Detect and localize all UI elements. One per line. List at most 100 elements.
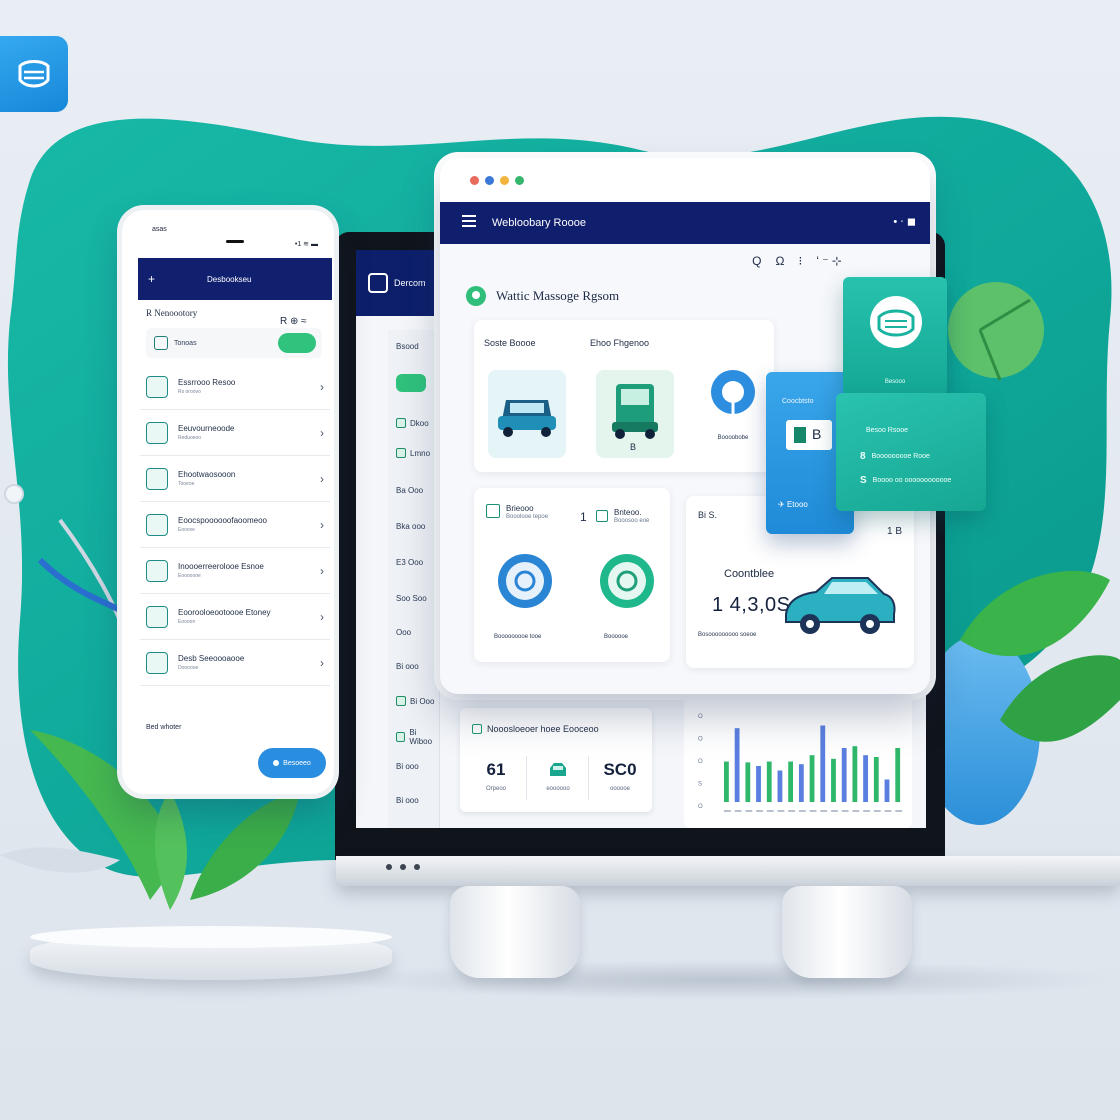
search-placeholder: Tonoas xyxy=(174,339,197,347)
list-item[interactable]: Essrrooo Resoo Rs oroovo › xyxy=(140,364,330,410)
bar[interactable] xyxy=(852,746,858,802)
bar[interactable] xyxy=(798,764,804,802)
laptop-indicator-lights xyxy=(386,864,420,870)
list-item[interactable]: Eoocspoooooofaoomeoo Eooove › xyxy=(140,502,330,548)
bar-chart: O O O S O xyxy=(698,714,903,812)
sidebar-item[interactable]: Soo Soo xyxy=(396,594,427,603)
status-icons: •1 ≋ ▬ xyxy=(294,241,318,248)
vehicle-panel-label: Soste Boooe xyxy=(484,338,536,348)
brain-icon xyxy=(616,570,638,592)
sidebar-item[interactable]: Bsood xyxy=(396,342,419,351)
list-item[interactable]: Eeuvourneoode Reduoeoo › xyxy=(140,410,330,456)
sidebar-item-label: Bi Ooo xyxy=(410,696,435,706)
laptop-sidebar: Bsood Dkoo Lmno Ba Ooo Bka ooo E3 Ooo So… xyxy=(388,330,440,828)
y-tick-label: O xyxy=(698,804,703,810)
sidebar-item-label: Lmno xyxy=(410,448,431,458)
x-tick-mark xyxy=(809,810,817,812)
search-button[interactable] xyxy=(278,333,316,353)
sidebar-item[interactable]: Dkoo xyxy=(396,418,429,428)
sidebar-item[interactable]: Ooo xyxy=(396,628,411,637)
sidebar-item[interactable]: Bi ooo xyxy=(396,796,419,805)
bar[interactable] xyxy=(820,725,826,803)
stat-item: 61 Orpeoo xyxy=(466,760,526,792)
vehicle-tile[interactable]: B xyxy=(596,370,674,458)
card-row-number: 8 xyxy=(860,451,866,462)
x-tick-mark xyxy=(788,810,796,812)
window-dot-blue[interactable] xyxy=(485,176,494,185)
bar[interactable] xyxy=(895,748,901,802)
more-icon[interactable]: ⁝ xyxy=(798,254,802,268)
card-row[interactable]: S Boooo oo oooooooooooe xyxy=(860,475,951,486)
bar[interactable] xyxy=(756,766,761,802)
teal-mask-card[interactable]: Besooo xyxy=(843,277,947,395)
x-tick-mark xyxy=(884,810,892,812)
sidebar-item[interactable]: Bi ooo xyxy=(396,662,419,671)
stats-icon xyxy=(472,724,482,734)
nav-icon xyxy=(396,448,406,458)
laptop-sidebar-header: Dercom xyxy=(356,250,438,316)
list-item[interactable]: Inoooerreerolooe Esnoe Eooooooe › xyxy=(140,548,330,594)
bar[interactable] xyxy=(809,755,815,802)
car-top-icon xyxy=(550,763,566,776)
bar[interactable] xyxy=(841,748,847,802)
list-item[interactable]: Ehootwaosooon Tooeoe › xyxy=(140,456,330,502)
list-item-subtitle: Eooove xyxy=(178,527,195,533)
bar[interactable] xyxy=(724,761,729,803)
list-item[interactable]: Desb Seeoooaooe Doooooe › xyxy=(140,640,330,686)
dashboard-heading: Wattic Massoge Rgsom xyxy=(466,286,619,306)
navbar-icons[interactable]: • ⋅ ◼ xyxy=(893,215,916,228)
page-title: Wattic Massoge Rgsom xyxy=(496,288,620,303)
card-action-label: Etooo xyxy=(786,500,808,509)
bar[interactable] xyxy=(863,755,868,802)
card-row[interactable]: 8 Booooooooe Rooe xyxy=(860,451,930,462)
primary-button[interactable]: Besoeeo xyxy=(258,748,326,778)
add-icon[interactable]: + xyxy=(148,272,155,286)
chevron-right-icon: › xyxy=(320,426,324,440)
vehicle-tile[interactable] xyxy=(488,370,566,458)
hamburger-icon[interactable] xyxy=(462,215,476,230)
phone-status-bar: asas •1 ≋ ▬ xyxy=(122,210,334,254)
bar[interactable] xyxy=(745,762,751,802)
chevron-right-icon: › xyxy=(320,564,324,578)
bar[interactable] xyxy=(873,757,879,802)
window-dot-green[interactable] xyxy=(515,176,524,185)
window-dot-red[interactable] xyxy=(470,176,479,185)
sidebar-item[interactable]: Bi Ooo xyxy=(396,696,434,706)
card-action[interactable]: ✈ Etooo xyxy=(778,500,808,509)
list-item[interactable]: Eoorooloeootoooe Etoney Eoooon › xyxy=(140,594,330,640)
laptop-stand-right xyxy=(782,886,912,978)
status-ring-green[interactable] xyxy=(600,554,654,608)
sidebar-item[interactable]: E3 Ooo xyxy=(396,558,423,567)
section-actions[interactable]: R ⊕ ≈ xyxy=(280,316,307,327)
phone-title: Desbookseu xyxy=(207,274,252,284)
card-title: Coocbtsto xyxy=(782,398,814,405)
status-ring-blue[interactable] xyxy=(498,554,552,608)
list-item-subtitle: Eooooooe xyxy=(178,573,201,579)
map-pin[interactable]: Boooobobe xyxy=(708,370,758,441)
bar[interactable] xyxy=(734,728,740,802)
bar[interactable] xyxy=(766,761,772,803)
vehicle-tile-caption: B xyxy=(630,442,637,452)
search-bar[interactable]: Tonoas xyxy=(146,328,322,358)
sidebar-active-pill[interactable] xyxy=(396,374,426,392)
sidebar-item[interactable]: Lmno xyxy=(396,448,430,458)
list-item-subtitle: Rs oroovo xyxy=(178,389,201,395)
search-icon[interactable]: Q xyxy=(752,254,761,268)
sidebar-item[interactable]: Bka ooo xyxy=(396,522,425,531)
bell-icon[interactable]: Ω xyxy=(775,254,784,268)
info-title: Brieooo xyxy=(506,504,534,513)
laptop-stand-left xyxy=(450,886,580,978)
card-row[interactable]: Besoo Rsooe xyxy=(860,427,908,434)
bar[interactable] xyxy=(788,761,794,803)
bar[interactable] xyxy=(884,779,890,803)
window-dot-yellow[interactable] xyxy=(500,176,509,185)
x-tick-mark xyxy=(766,810,774,812)
sidebar-item[interactable]: Bi Wiboo xyxy=(396,728,439,746)
sidebar-item[interactable]: Bi ooo xyxy=(396,762,419,771)
sidebar-item-label: Ba Ooo xyxy=(396,486,424,495)
sidebar-item[interactable]: Ba Ooo xyxy=(396,486,423,495)
bar[interactable] xyxy=(831,758,836,802)
x-tick-mark xyxy=(734,810,742,812)
sidebar-item-label: Bka ooo xyxy=(396,522,426,531)
bar[interactable] xyxy=(777,770,783,803)
